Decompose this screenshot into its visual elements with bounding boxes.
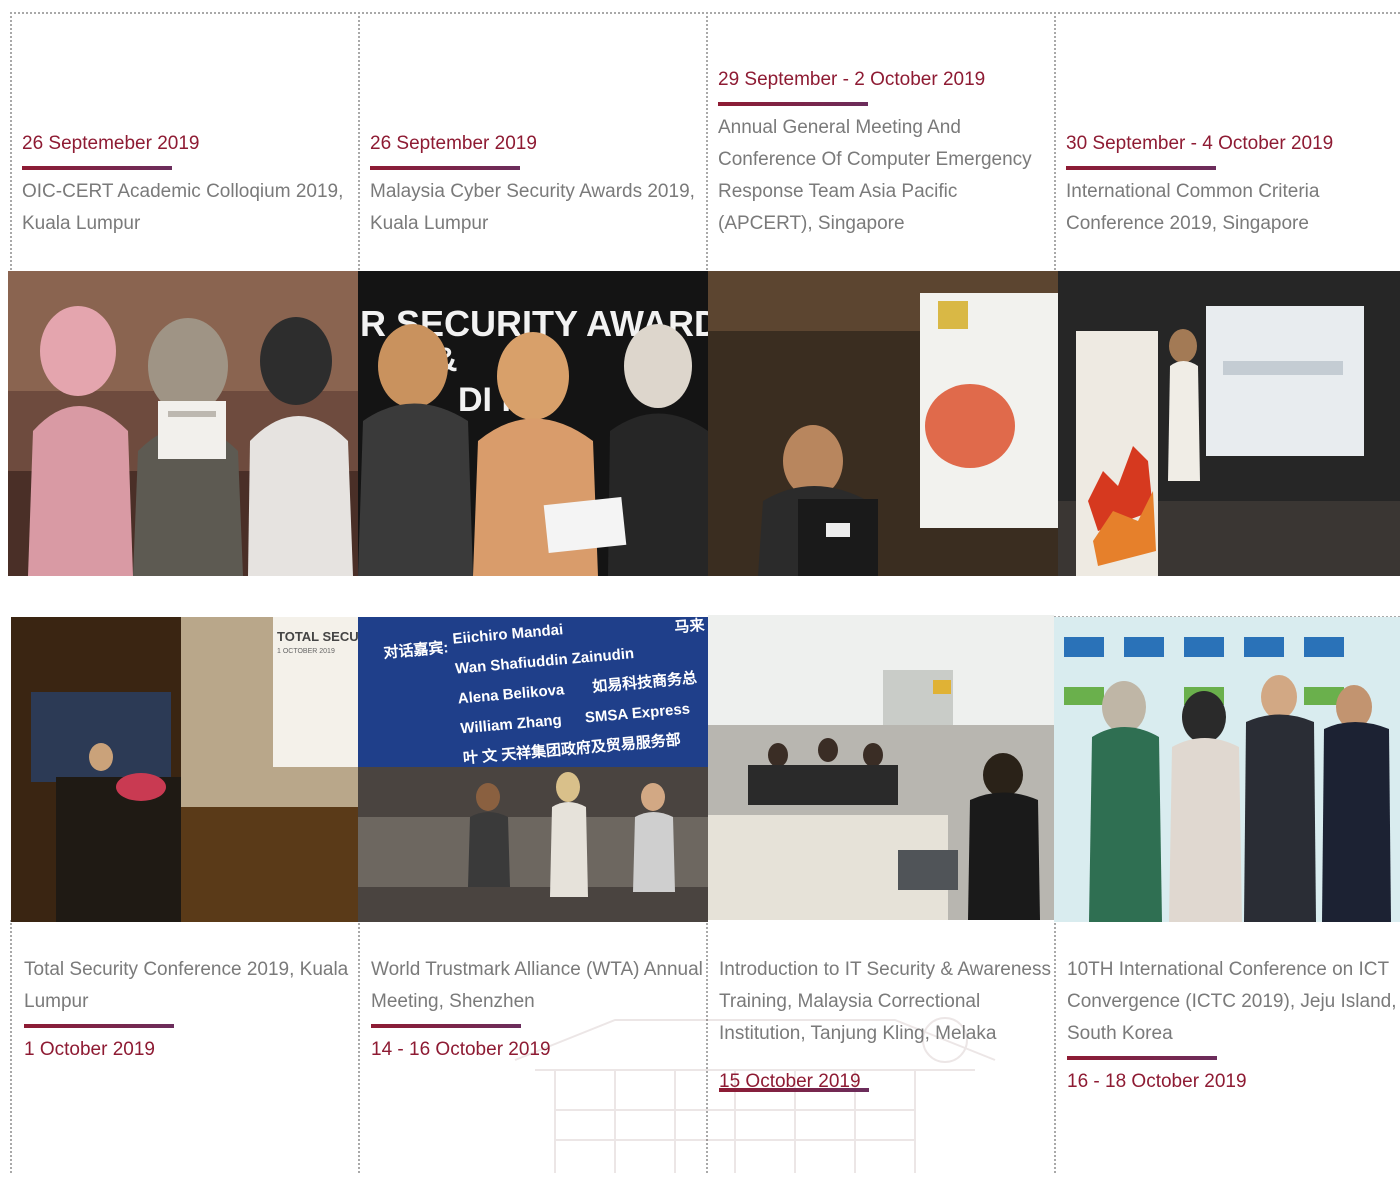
event-title[interactable]: OIC-CERT Academic Colloqium 2019, Kuala … xyxy=(22,176,357,240)
divider xyxy=(10,12,12,270)
accent-bar xyxy=(370,166,520,170)
accent-bar xyxy=(718,102,868,106)
event-title[interactable]: Introduction to IT Security & Awareness … xyxy=(719,954,1054,1050)
total-security-podium-photo[interactable]: TOTAL SECU 1 OCTOBER 2019 xyxy=(11,617,358,922)
screen-subtitle-text: 1 OCTOBER 2019 xyxy=(277,648,335,655)
event-apcert[interactable]: 29 September - 2 October 2019 Annual Gen… xyxy=(718,68,1053,240)
event-title[interactable]: Total Security Conference 2019, Kuala Lu… xyxy=(24,954,359,1018)
award-certificate-photo[interactable] xyxy=(8,271,358,576)
event-date: 29 September - 2 October 2019 xyxy=(718,69,986,90)
event-wta[interactable]: World Trustmark Alliance (WTA) Annual Me… xyxy=(371,954,706,1062)
divider xyxy=(706,12,708,270)
event-date: 16 - 18 October 2019 xyxy=(1067,1071,1247,1092)
accent-bar xyxy=(371,1024,521,1028)
accent-bar xyxy=(24,1024,174,1028)
accent-bar xyxy=(1066,166,1216,170)
event-date: 26 September 2019 xyxy=(370,133,537,154)
event-date: 30 September - 4 October 2019 xyxy=(1066,133,1334,154)
event-malaysia-cyber-awards[interactable]: 26 September 2019 Malaysia Cyber Securit… xyxy=(370,132,705,240)
iccc-stage-photo[interactable] xyxy=(1058,271,1400,576)
accent-bar xyxy=(22,166,172,170)
wta-name-text: 马来 xyxy=(674,617,706,636)
divider xyxy=(10,920,12,1173)
event-date: 26 Septemeber 2019 xyxy=(22,133,200,154)
event-title[interactable]: Annual General Meeting And Conference Of… xyxy=(718,112,1053,240)
event-iccc[interactable]: 30 September - 4 October 2019 Internatio… xyxy=(1066,132,1400,240)
event-date: 1 October 2019 xyxy=(24,1039,155,1060)
divider xyxy=(1054,920,1056,1173)
event-total-security[interactable]: Total Security Conference 2019, Kuala Lu… xyxy=(24,954,359,1062)
divider xyxy=(358,12,360,270)
screen-title-text: TOTAL SECU xyxy=(277,629,358,644)
event-oic-cert[interactable]: 26 Septemeber 2019 OIC-CERT Academic Col… xyxy=(22,132,357,240)
accent-bar xyxy=(1067,1056,1217,1060)
event-it-security-training[interactable]: Introduction to IT Security & Awareness … xyxy=(719,954,1054,1094)
apcert-speaker-photo[interactable] xyxy=(708,271,1058,576)
event-title[interactable]: Malaysia Cyber Security Awards 2019, Kua… xyxy=(370,176,705,240)
wta-panel-photo[interactable]: 对话嘉宾: Eiichiro Mandai 马来 Wan Shafiuddin … xyxy=(358,617,708,922)
top-border xyxy=(10,12,1400,14)
event-ictc[interactable]: 10TH International Conference on ICT Con… xyxy=(1067,954,1400,1094)
training-classroom-photo[interactable] xyxy=(708,615,1054,920)
accent-bar xyxy=(719,1088,869,1092)
ictc-group-photo[interactable] xyxy=(1054,617,1400,922)
divider xyxy=(1054,12,1056,270)
event-title[interactable]: International Common Criteria Conference… xyxy=(1066,176,1400,240)
event-title[interactable]: World Trustmark Alliance (WTA) Annual Me… xyxy=(371,954,706,1018)
cyber-security-awards-photo[interactable]: R SECURITY AWARDS & DI R xyxy=(358,271,708,576)
event-date: 14 - 16 October 2019 xyxy=(371,1039,551,1060)
event-title[interactable]: 10TH International Conference on ICT Con… xyxy=(1067,954,1400,1050)
